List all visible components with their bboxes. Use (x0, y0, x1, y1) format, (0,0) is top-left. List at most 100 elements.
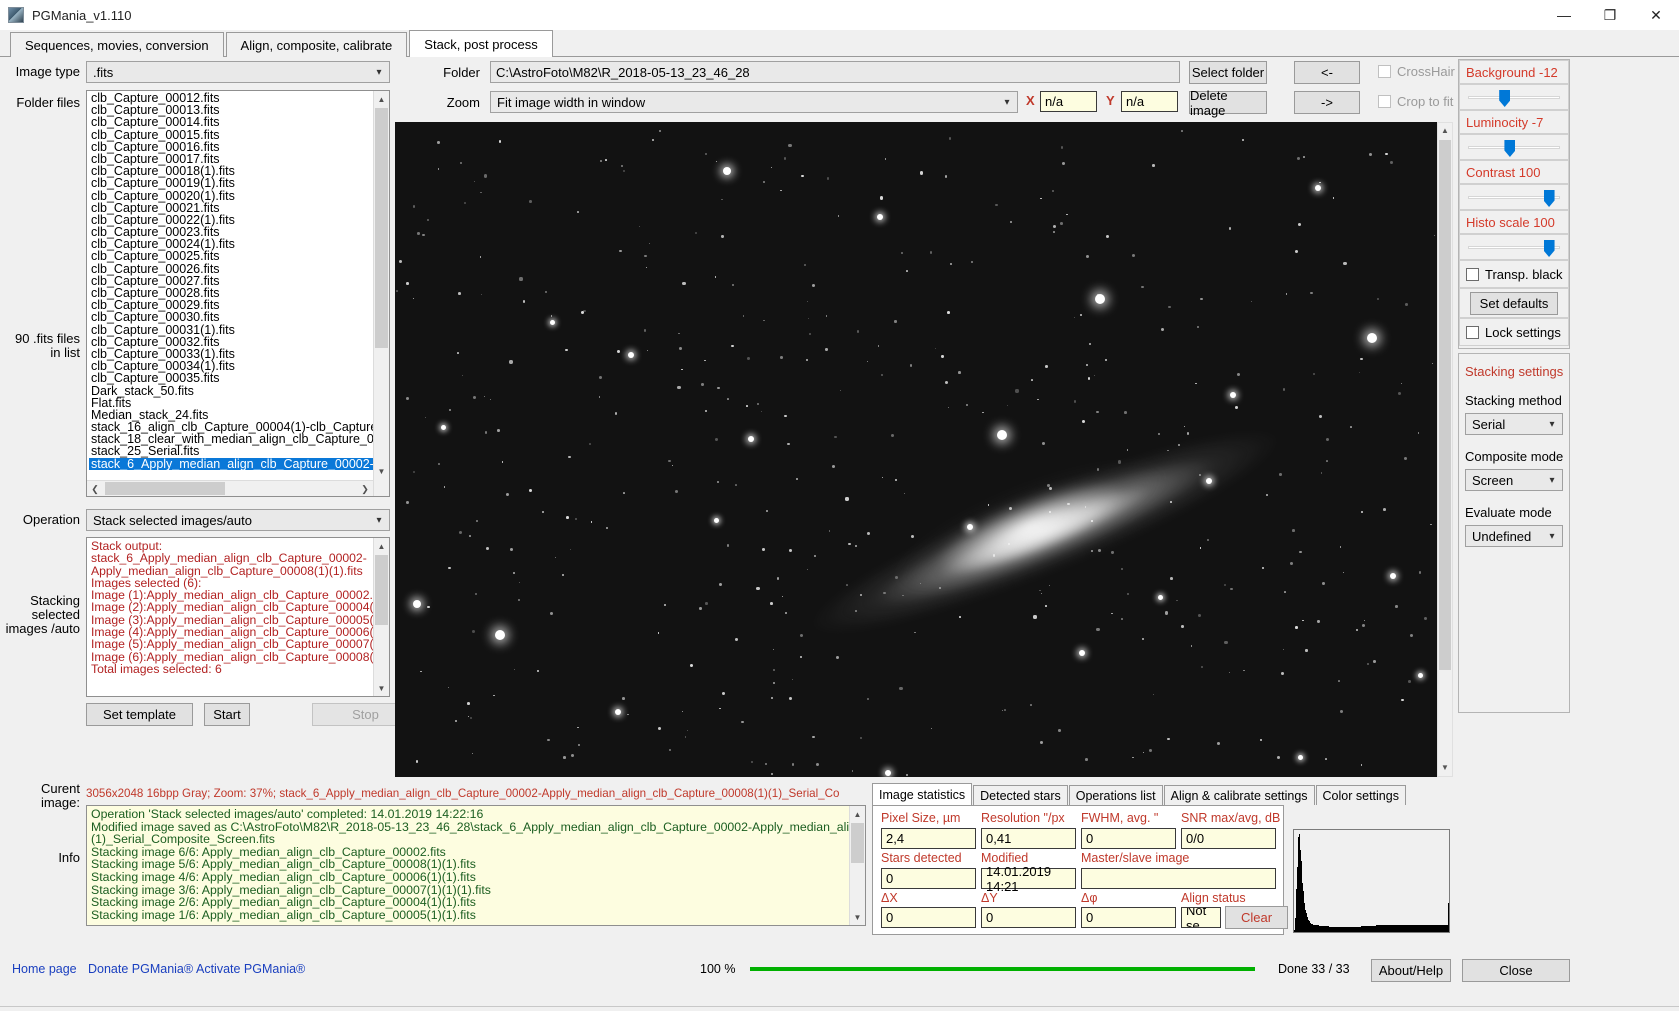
image-type-combo[interactable]: .fits ▾ (86, 61, 390, 83)
stack-output-scrollbar[interactable]: ▲ ▼ (373, 538, 389, 696)
folder-files-listbox[interactable]: clb_Capture_00012.fitsclb_Capture_00013.… (86, 90, 390, 497)
tab-operations-list[interactable]: Operations list (1069, 785, 1163, 805)
list-item[interactable]: clb_Capture_00014.fits (89, 116, 373, 128)
modified-input[interactable]: 14.01.2019 14:21 (981, 868, 1076, 889)
stacking-method-combo[interactable]: Serial ▾ (1465, 413, 1563, 435)
tab-color-settings[interactable]: Color settings (1316, 785, 1406, 805)
star (1197, 326, 1199, 328)
set-defaults-cell[interactable]: Set defaults (1459, 288, 1569, 318)
tab-detected-stars[interactable]: Detected stars (973, 785, 1068, 805)
scroll-down-icon[interactable]: ▼ (1438, 760, 1452, 776)
files-scroll-thumb[interactable] (375, 108, 388, 348)
lock-settings-cell[interactable]: Lock settings (1459, 318, 1569, 346)
delta-x-input[interactable]: 0 (881, 907, 976, 928)
files-vertical-scrollbar[interactable]: ▲ ▼ (373, 91, 389, 496)
image-preview-canvas[interactable] (395, 122, 1442, 777)
transp-black-cell[interactable]: Transp. black (1459, 260, 1569, 288)
x-coord-input[interactable]: n/a (1040, 91, 1097, 112)
composite-mode-combo[interactable]: Screen ▾ (1465, 469, 1563, 491)
evaluate-mode-combo[interactable]: Undefined ▾ (1465, 525, 1563, 547)
folder-path-input[interactable]: C:\AstroFoto\M82\R_2018-05-13_23_46_28 (490, 61, 1180, 83)
align-status-input[interactable]: Not se (1181, 907, 1221, 928)
list-item[interactable]: stack_25_Serial.fits (89, 445, 373, 457)
maximize-icon[interactable]: ❐ (1587, 0, 1633, 30)
fwhm-input[interactable]: 0 (1081, 828, 1176, 849)
master-slave-input[interactable] (1081, 868, 1276, 889)
list-item[interactable]: clb_Capture_00030.fits (89, 311, 373, 323)
delta-y-input[interactable]: 0 (981, 907, 1076, 928)
clear-button[interactable]: Clear (1225, 906, 1288, 929)
home-page-link[interactable]: Home page (12, 962, 77, 976)
star (1343, 262, 1346, 265)
transp-black-checkbox[interactable]: Transp. black (1466, 267, 1563, 282)
select-folder-button[interactable]: Select folder (1189, 61, 1267, 84)
scroll-down-icon[interactable]: ▼ (374, 680, 389, 696)
star (457, 352, 459, 354)
minimize-icon[interactable]: — (1541, 0, 1587, 30)
info-scroll-thumb[interactable] (851, 823, 864, 863)
histo-scale-slider[interactable] (1459, 234, 1569, 260)
tab-sequences[interactable]: Sequences, movies, conversion (10, 32, 224, 57)
set-template-button[interactable]: Set template (86, 703, 193, 726)
about-help-button[interactable]: About/Help (1371, 959, 1451, 982)
set-defaults-button[interactable]: Set defaults (1470, 292, 1558, 315)
y-coord-input[interactable]: n/a (1121, 91, 1178, 112)
info-scrollbar[interactable]: ▲ ▼ (849, 806, 865, 925)
scroll-right-icon[interactable]: ❯ (357, 481, 373, 497)
snr-input[interactable]: 0/0 (1181, 828, 1276, 849)
image-scroll-thumb[interactable] (1439, 140, 1451, 670)
activate-link[interactable]: Activate PGMania® (196, 962, 305, 976)
slider-knob[interactable] (1544, 240, 1555, 257)
list-item[interactable]: clb_Capture_00020(1).fits (89, 190, 373, 202)
operation-combo[interactable]: Stack selected images/auto ▾ (86, 509, 390, 531)
donate-link[interactable]: Donate PGMania® (88, 962, 193, 976)
delete-image-button[interactable]: Delete image (1189, 91, 1267, 114)
slider-knob[interactable] (1544, 190, 1555, 207)
list-item[interactable]: clb_Capture_00015.fits (89, 129, 373, 141)
close-icon[interactable]: ✕ (1633, 0, 1679, 30)
background-slider[interactable] (1459, 84, 1569, 110)
tab-stack[interactable]: Stack, post process (409, 30, 552, 57)
info-textarea[interactable]: Operation 'Stack selected images/auto' c… (86, 805, 866, 926)
star (422, 234, 424, 236)
image-vertical-scrollbar[interactable]: ▲ ▼ (1437, 122, 1453, 777)
crop-to-fit-checkbox[interactable]: Crop to fit (1378, 94, 1453, 109)
contrast-slider[interactable] (1459, 184, 1569, 210)
scroll-up-icon[interactable]: ▲ (850, 806, 865, 822)
slider-knob[interactable] (1504, 140, 1515, 157)
crosshair-checkbox[interactable]: CrossHair (1378, 64, 1455, 79)
scroll-down-icon[interactable]: ▼ (374, 463, 389, 479)
scroll-up-icon[interactable]: ▲ (374, 91, 389, 107)
tab-align-calibrate-settings[interactable]: Align & calibrate settings (1164, 785, 1315, 805)
scroll-left-icon[interactable]: ❮ (87, 481, 103, 497)
scroll-up-icon[interactable]: ▲ (374, 538, 389, 554)
zoom-combo[interactable]: Fit image width in window ▾ (490, 91, 1018, 113)
tab-image-statistics[interactable]: Image statistics (872, 783, 972, 805)
list-item[interactable]: clb_Capture_00035.fits (89, 372, 373, 384)
resolution-input[interactable]: 0,41 (981, 828, 1076, 849)
lock-settings-checkbox[interactable]: Lock settings (1466, 325, 1561, 340)
start-button[interactable]: Start (204, 703, 250, 726)
slider-knob[interactable] (1499, 90, 1510, 107)
close-button[interactable]: Close (1462, 959, 1570, 982)
stack-output-scroll-thumb[interactable] (375, 555, 388, 625)
delta-phi-input[interactable]: 0 (1081, 907, 1176, 928)
list-item[interactable]: stack_6_Apply_median_align_clb_Capture_0… (89, 458, 373, 470)
files-hscroll-thumb[interactable] (105, 482, 225, 495)
stars-detected-input[interactable]: 0 (881, 868, 976, 889)
list-item[interactable]: clb_Capture_00019(1).fits (89, 177, 373, 189)
tab-align[interactable]: Align, composite, calibrate (226, 32, 408, 57)
files-horizontal-scrollbar[interactable]: ❮ ❯ (87, 480, 373, 496)
scroll-up-icon[interactable]: ▲ (1438, 123, 1452, 139)
next-image-button[interactable]: -> (1294, 91, 1360, 114)
scroll-down-icon[interactable]: ▼ (850, 909, 865, 925)
luminocity-slider[interactable] (1459, 134, 1569, 160)
stack-output-box[interactable]: Stack output:stack_6_Apply_median_align_… (86, 537, 390, 697)
star (846, 584, 848, 586)
list-item[interactable]: clb_Capture_00031(1).fits (89, 324, 373, 336)
pixel-size-input[interactable]: 2,4 (881, 828, 976, 849)
list-item[interactable]: clb_Capture_00026.fits (89, 263, 373, 275)
prev-image-button[interactable]: <- (1294, 61, 1360, 84)
list-item[interactable]: clb_Capture_00025.fits (89, 250, 373, 262)
list-item[interactable]: Dark_stack_50.fits (89, 385, 373, 397)
